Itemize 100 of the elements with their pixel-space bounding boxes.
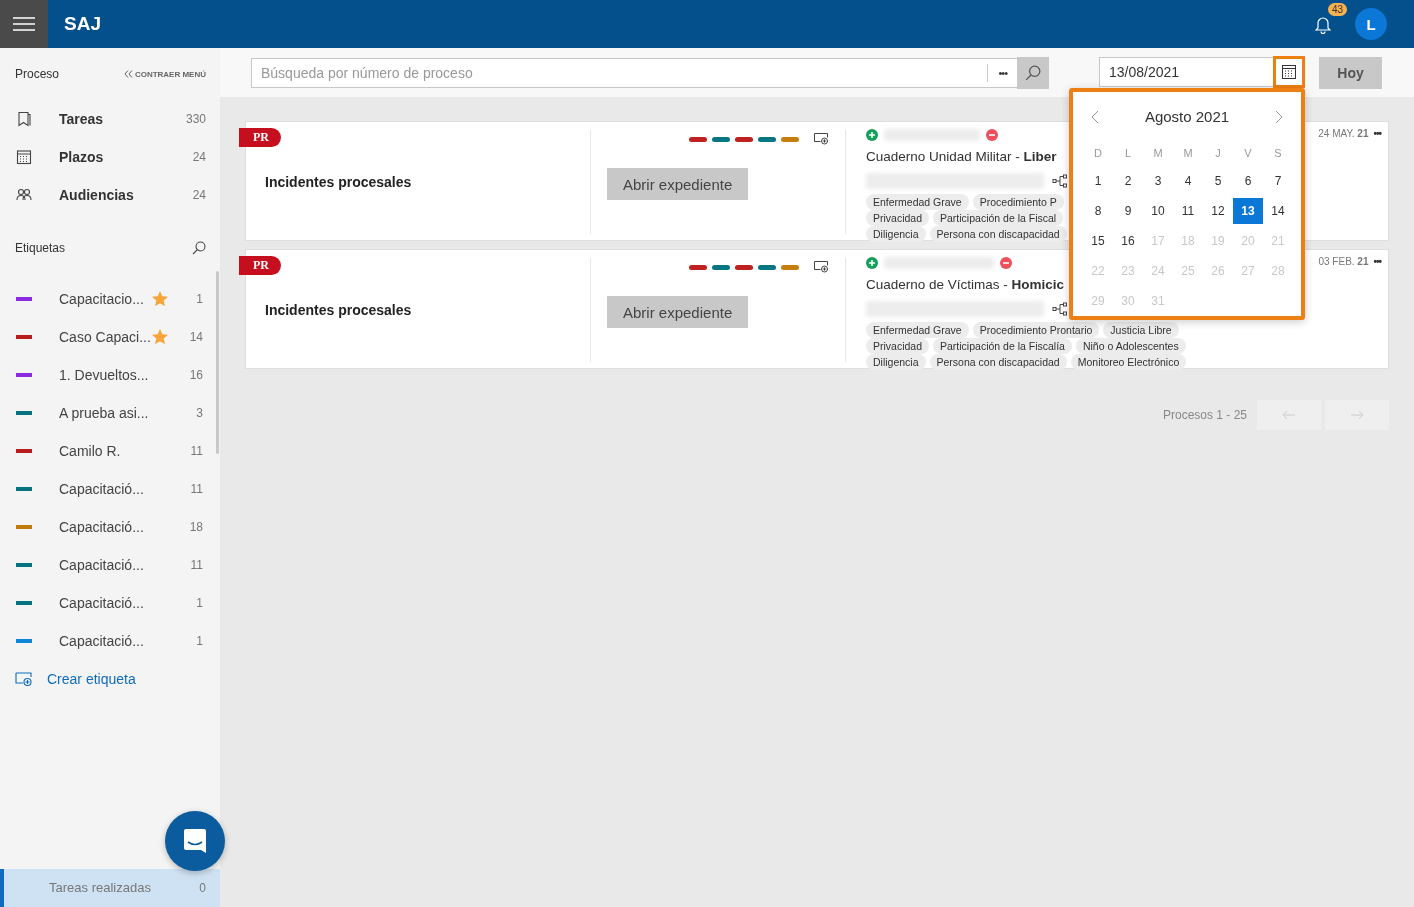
collapse-menu-link[interactable]: CONTRAER MENÚ	[123, 69, 206, 79]
calendar-day[interactable]: 15	[1083, 227, 1113, 254]
chat-button[interactable]	[165, 811, 225, 871]
tag-item[interactable]: Capacitació... 1	[0, 622, 220, 660]
calendar-day[interactable]: 16	[1113, 227, 1143, 254]
search-icon	[1025, 64, 1041, 81]
add-label-icon[interactable]	[814, 261, 829, 273]
app-logo: SAJ	[64, 13, 102, 35]
open-file-button[interactable]: Abrir expediente	[607, 168, 749, 200]
previous-month-button[interactable]	[1091, 109, 1099, 124]
menu-icon	[13, 17, 35, 31]
tag-chip: Persona con discapacidad	[929, 226, 1067, 242]
add-circle-icon[interactable]	[866, 257, 878, 269]
process-badge: PR	[239, 256, 281, 275]
tag-chip: Monitoreo Electrónico	[1070, 354, 1187, 370]
calendar-button[interactable]	[1273, 55, 1305, 88]
user-avatar[interactable]: L	[1355, 8, 1387, 40]
tag-item[interactable]: Caso Capaci... 14	[0, 318, 220, 356]
calendar-day[interactable]: 9	[1113, 197, 1143, 224]
date-picker-field[interactable]: 13/08/2021	[1099, 56, 1305, 87]
nav-item[interactable]: Tareas 330	[0, 100, 220, 138]
calendar-day[interactable]: 13	[1233, 197, 1263, 224]
process-title: Incidentes procesales	[265, 174, 412, 190]
tag-chip: Privacidad	[866, 210, 930, 226]
calendar-day[interactable]: 11	[1173, 197, 1203, 224]
open-file-button[interactable]: Abrir expediente	[607, 296, 749, 328]
chevron-right-icon	[1275, 109, 1283, 124]
case-title: Cuaderno Unidad Militar - Liber	[866, 148, 1057, 166]
calendar-day[interactable]: 10	[1143, 197, 1173, 224]
month-title: Agosto 2021	[1144, 108, 1230, 125]
calendar-day[interactable]: 5	[1203, 167, 1233, 194]
weekday-label: L	[1123, 145, 1133, 161]
calendar-day[interactable]: 14	[1263, 197, 1293, 224]
tag-chip: Justicia Libre	[1103, 322, 1179, 338]
tag-chip: Enfermedad Grave	[866, 194, 969, 210]
hierarchy-icon[interactable]	[1052, 302, 1068, 316]
bell-icon	[1315, 14, 1331, 34]
tag-item[interactable]: Capacitació... 11	[0, 470, 220, 508]
tag-chip: Privacidad	[866, 338, 930, 354]
tag-item[interactable]: Capacitació... 11	[0, 546, 220, 584]
date-field[interactable]: 13/08/2021	[1100, 62, 1273, 81]
weekday-label: J	[1214, 145, 1222, 161]
nav-item[interactable]: Plazos 24	[0, 138, 220, 176]
nav-item[interactable]: Audiencias 24	[0, 176, 220, 214]
tag-item[interactable]: 1. Devueltos... 16	[0, 356, 220, 394]
calendar-icon	[1282, 64, 1296, 79]
more-options-button[interactable]: •••	[1373, 256, 1381, 267]
pagination-label: Procesos 1 - 25	[1162, 408, 1247, 422]
tag-chip: Procedimiento Prontario	[972, 322, 1100, 338]
search-button[interactable]	[1017, 56, 1049, 89]
tag-chip: Participación de la Fiscal	[933, 210, 1064, 226]
hierarchy-icon[interactable]	[1052, 174, 1068, 188]
people-icon	[16, 187, 32, 203]
weekday-label: M	[1182, 145, 1194, 161]
process-title: Incidentes procesales	[265, 302, 412, 318]
calendar-day[interactable]: 6	[1233, 167, 1263, 194]
section-title: Proceso	[15, 67, 60, 81]
calendar-day[interactable]: 8	[1083, 197, 1113, 224]
tag-item[interactable]: A prueba asi... 3	[0, 394, 220, 432]
add-label-icon[interactable]	[814, 133, 829, 145]
calendar-day[interactable]: 12	[1203, 197, 1233, 224]
calendar-day[interactable]: 3	[1143, 167, 1173, 194]
bookmark-icon	[16, 111, 32, 127]
calendar-day[interactable]: 2	[1113, 167, 1143, 194]
tag-chip: Participación de la Fiscalía	[933, 338, 1072, 354]
completed-tasks-item[interactable]: Tareas realizadas 0	[0, 869, 220, 907]
calendar-day[interactable]: 1	[1083, 167, 1113, 194]
tag-item[interactable]: Capacitació... 1	[0, 584, 220, 622]
calendar-day[interactable]: 7	[1263, 167, 1293, 194]
weekday-label: V	[1243, 145, 1253, 161]
weekday-label: S	[1273, 145, 1283, 161]
tag-chip: Enfermedad Grave	[866, 322, 969, 338]
chevron-left-icon	[1091, 109, 1099, 124]
more-options-button[interactable]: •••	[1373, 128, 1381, 139]
weekday-label: M	[1152, 145, 1164, 161]
tag-item[interactable]: Capacitació... 18	[0, 508, 220, 546]
search-field[interactable]: Búsqueda por número de proceso	[252, 63, 988, 82]
tag-chip: Procedimiento P	[972, 194, 1064, 210]
tag-chip: Persona con discapacidad	[929, 354, 1067, 370]
menu-button[interactable]	[0, 0, 48, 48]
search-bar[interactable]: Búsqueda por número de proceso •••	[251, 57, 1049, 88]
next-month-button[interactable]	[1275, 109, 1283, 124]
chat-icon	[181, 827, 209, 855]
tag-item[interactable]: Camilo R. 11	[0, 432, 220, 470]
section-title: Etiquetas	[15, 241, 66, 255]
calendar-day[interactable]: 4	[1173, 167, 1203, 194]
remove-circle-icon[interactable]	[986, 129, 998, 141]
today-button[interactable]: Hoy	[1319, 56, 1382, 89]
tag-item[interactable]: Capacitacio... 1	[0, 280, 220, 318]
weekday-label: D	[1093, 145, 1103, 161]
tag-chip: Niño o Adolescentes	[1075, 338, 1186, 354]
notification-count: 43	[1327, 3, 1347, 16]
search-icon[interactable]	[192, 241, 206, 255]
process-badge: PR	[239, 128, 281, 147]
double-chevron-icon	[123, 70, 133, 78]
tag-chip: Diligencia	[866, 226, 926, 242]
add-circle-icon[interactable]	[866, 129, 878, 141]
create-tag-link[interactable]: Crear etiqueta	[0, 660, 220, 698]
remove-circle-icon[interactable]	[1000, 257, 1012, 269]
add-tag-icon	[15, 672, 33, 686]
